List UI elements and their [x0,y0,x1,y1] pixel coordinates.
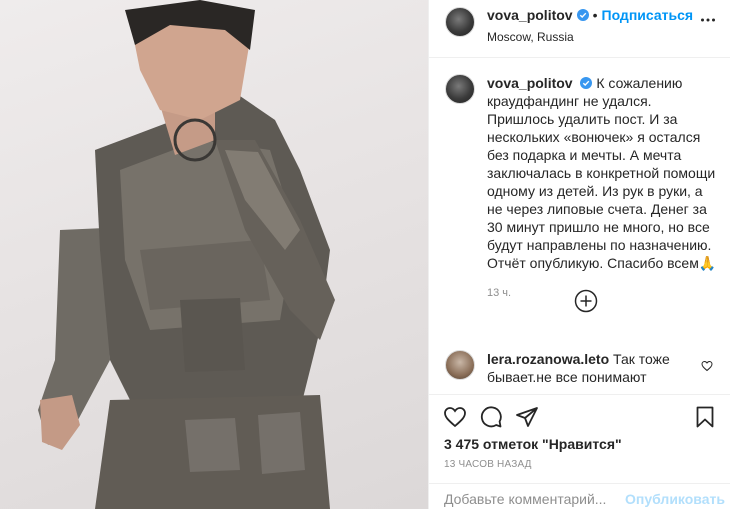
post-side-panel: vova_politov • Подписаться Moscow, Russi… [428,0,730,509]
likes-count[interactable]: 3 475 отметок "Нравится" [444,436,622,452]
publish-button[interactable]: Опубликовать [625,491,725,507]
caption-text: К сожалению краудфандинг не удался. Приш… [487,75,717,271]
commenter-avatar[interactable] [445,350,475,380]
caption-avatar[interactable] [445,74,475,104]
bookmark-icon[interactable] [693,405,717,429]
post-time-ago[interactable]: 13 ЧАСОВ НАЗАД [444,459,532,470]
photo-illustration [38,0,335,509]
action-icons [443,405,551,429]
post-header: vova_politov • Подписаться Moscow, Russi… [429,0,730,58]
more-options-icon[interactable] [700,12,716,28]
location-link[interactable]: Moscow, Russia [487,29,693,45]
follow-button[interactable]: Подписаться [602,7,694,23]
author-avatar[interactable] [445,7,475,37]
verified-icon [580,77,593,89]
caption-body: vova_politov К сожалению краудфандинг не… [487,74,721,302]
comment-body: lera.rozanowa.leto Так тоже бывает.не вс… [487,350,707,394]
comment-username[interactable]: lera.rozanowa.leto [487,351,609,367]
post-caption: vova_politov К сожалению краудфандинг не… [445,74,721,302]
add-comment-bar: Опубликовать [429,483,730,509]
post-actions: 3 475 отметок "Нравится" 13 ЧАСОВ НАЗАД … [429,394,730,509]
comment-item: lera.rozanowa.leto Так тоже бывает.не вс… [445,350,721,394]
author-info: vova_politov • Подписаться Moscow, Russi… [487,7,693,45]
share-icon[interactable] [515,405,539,429]
caption-time[interactable]: 13 ч. [487,284,721,302]
separator-dot: • [592,7,598,23]
verified-icon [576,9,589,21]
instagram-post: vova_politov • Подписаться Moscow, Russi… [0,0,730,509]
load-more-comments-icon[interactable] [574,289,598,313]
author-username[interactable]: vova_politov [487,7,573,23]
like-heart-icon[interactable] [443,405,467,429]
caption-username[interactable]: vova_politov [487,75,573,91]
add-comment-input[interactable] [444,491,614,507]
comment-like-icon[interactable] [701,360,713,372]
author-line: vova_politov • Подписаться [487,7,693,23]
post-photo[interactable] [0,0,428,509]
comment-icon[interactable] [479,405,503,429]
